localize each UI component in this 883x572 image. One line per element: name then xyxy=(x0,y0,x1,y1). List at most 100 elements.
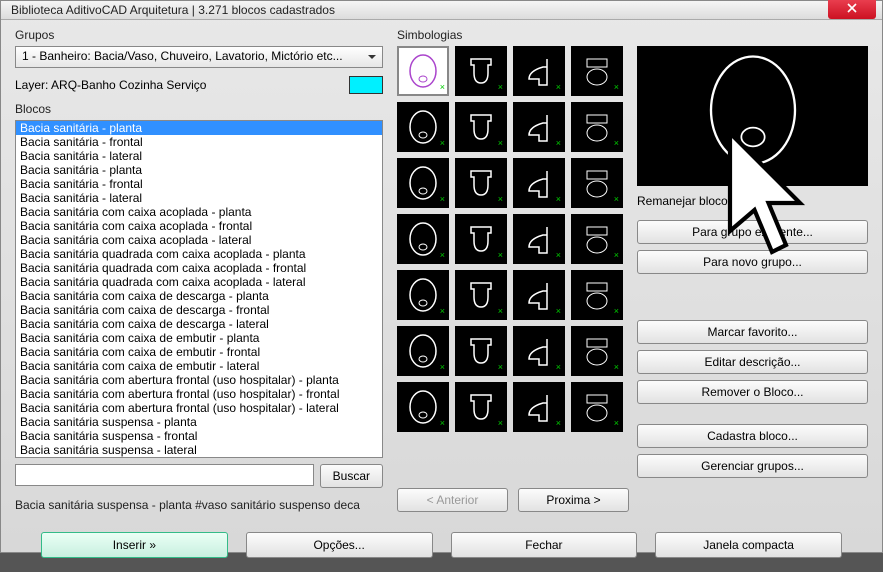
thumbnail[interactable]: × xyxy=(397,214,449,264)
list-item[interactable]: Bacia sanitária - planta xyxy=(16,163,382,177)
cursor-icon xyxy=(712,126,832,269)
thumbnail[interactable]: × xyxy=(513,158,565,208)
list-item[interactable]: Bacia sanitária com caixa de embutir - l… xyxy=(16,359,382,373)
list-item[interactable]: Bacia sanitária com abertura frontal (us… xyxy=(16,387,382,401)
x-mark-icon: × xyxy=(556,195,561,204)
x-mark-icon: × xyxy=(614,363,619,372)
list-item[interactable]: Bacia sanitária com abertura frontal (us… xyxy=(16,401,382,415)
block-icon xyxy=(403,331,443,371)
block-icon xyxy=(577,219,617,259)
block-icon xyxy=(403,275,443,315)
x-mark-icon: × xyxy=(556,419,561,428)
block-icon xyxy=(577,275,617,315)
thumbnail[interactable]: × xyxy=(513,382,565,432)
list-item[interactable]: Bacia sanitária - lateral xyxy=(16,191,382,205)
thumbnail[interactable]: × xyxy=(455,102,507,152)
block-icon xyxy=(577,107,617,147)
janela-compacta-button[interactable]: Janela compacta xyxy=(655,532,842,558)
block-icon xyxy=(461,51,501,91)
thumbnail[interactable]: × xyxy=(455,158,507,208)
block-icon xyxy=(461,275,501,315)
thumbnail[interactable]: × xyxy=(455,270,507,320)
layer-color-swatch[interactable] xyxy=(349,76,383,94)
block-icon xyxy=(461,219,501,259)
thumbnail[interactable]: × xyxy=(397,270,449,320)
list-item[interactable]: Bacia sanitária com abertura frontal (us… xyxy=(16,373,382,387)
list-item[interactable]: Bacia sanitária com caixa de embutir - p… xyxy=(16,331,382,345)
list-item[interactable]: Bacia sanitária suspensa - lateral xyxy=(16,443,382,457)
proxima-button[interactable]: Proxima > xyxy=(518,488,629,512)
x-mark-icon: × xyxy=(498,419,503,428)
x-mark-icon: × xyxy=(440,195,445,204)
thumbnail[interactable]: × xyxy=(397,46,449,96)
list-item[interactable]: Bacia sanitária - frontal xyxy=(16,177,382,191)
block-icon xyxy=(577,163,617,203)
editar-descricao-button[interactable]: Editar descrição... xyxy=(637,350,868,374)
layer-label: Layer: ARQ-Banho Cozinha Serviço xyxy=(15,78,341,92)
list-item[interactable]: Bacia sanitária quadrada com caixa acopl… xyxy=(16,261,382,275)
thumbnail[interactable]: × xyxy=(513,326,565,376)
thumbnail[interactable]: × xyxy=(571,326,623,376)
block-icon xyxy=(519,163,559,203)
thumbnail[interactable]: × xyxy=(455,214,507,264)
list-item[interactable]: Bacia sanitária com caixa acoplada - pla… xyxy=(16,205,382,219)
cadastra-bloco-button[interactable]: Cadastra bloco... xyxy=(637,424,868,448)
list-item[interactable]: Bacia sanitária com caixa acoplada - fro… xyxy=(16,219,382,233)
thumbnail-grid: ×××××××××××××××××××××××××××× xyxy=(397,46,623,478)
thumbnail[interactable]: × xyxy=(455,326,507,376)
list-item[interactable]: Bacia sanitária - planta xyxy=(16,121,382,135)
thumbnail[interactable]: × xyxy=(455,46,507,96)
thumbnail[interactable]: × xyxy=(571,270,623,320)
list-item[interactable]: Bacia sanitária com caixa de embutir - f… xyxy=(16,345,382,359)
thumbnail[interactable]: × xyxy=(513,102,565,152)
remover-bloco-button[interactable]: Remover o Bloco... xyxy=(637,380,868,404)
block-icon xyxy=(577,51,617,91)
inserir-button[interactable]: Inserir » xyxy=(41,532,228,558)
list-item[interactable]: Bacia sanitária suspensa - frontal xyxy=(16,429,382,443)
blocos-listbox[interactable]: Bacia sanitária - plantaBacia sanitária … xyxy=(15,120,383,458)
thumbnail[interactable]: × xyxy=(513,46,565,96)
thumbnail[interactable]: × xyxy=(397,382,449,432)
preview-panel xyxy=(637,46,868,186)
thumbnail[interactable]: × xyxy=(397,326,449,376)
opcoes-button[interactable]: Opções... xyxy=(246,532,433,558)
block-icon xyxy=(403,107,443,147)
list-item[interactable]: Bacia sanitária com caixa de descarga - … xyxy=(16,303,382,317)
block-icon xyxy=(519,51,559,91)
list-item[interactable]: Bacia sanitária com caixa de descarga - … xyxy=(16,317,382,331)
anterior-button[interactable]: < Anterior xyxy=(397,488,508,512)
thumbnail[interactable]: × xyxy=(571,158,623,208)
buscar-button[interactable]: Buscar xyxy=(320,464,383,488)
gerenciar-grupos-button[interactable]: Gerenciar grupos... xyxy=(637,454,868,478)
thumbnail[interactable]: × xyxy=(571,382,623,432)
fechar-button[interactable]: Fechar xyxy=(451,532,638,558)
close-button[interactable] xyxy=(828,0,876,19)
list-item[interactable]: Bacia sanitária suspensa - planta xyxy=(16,415,382,429)
thumbnail[interactable]: × xyxy=(513,214,565,264)
thumbnail[interactable]: × xyxy=(397,158,449,208)
search-input[interactable] xyxy=(15,464,314,486)
block-icon xyxy=(461,107,501,147)
block-icon xyxy=(519,275,559,315)
list-item[interactable]: Bacia sanitária quadrada com caixa acopl… xyxy=(16,275,382,289)
list-item[interactable]: Bacia sanitária - lateral xyxy=(16,149,382,163)
list-item[interactable]: Bacia sanitária com caixa acoplada - lat… xyxy=(16,233,382,247)
list-item[interactable]: Bacia sanitária quadrada com caixa acopl… xyxy=(16,247,382,261)
block-icon xyxy=(577,331,617,371)
x-mark-icon: × xyxy=(440,307,445,316)
thumbnail[interactable]: × xyxy=(397,102,449,152)
x-mark-icon: × xyxy=(614,307,619,316)
grupos-combo[interactable]: 1 - Banheiro: Bacia/Vaso, Chuveiro, Lava… xyxy=(15,46,383,68)
thumbnail[interactable]: × xyxy=(571,102,623,152)
list-item[interactable]: Bacia sanitária com caixa de descarga - … xyxy=(16,289,382,303)
x-mark-icon: × xyxy=(440,251,445,260)
thumbnail[interactable]: × xyxy=(455,382,507,432)
thumbnail[interactable]: × xyxy=(571,46,623,96)
thumbnail[interactable]: × xyxy=(513,270,565,320)
block-icon xyxy=(403,163,443,203)
block-icon xyxy=(519,387,559,427)
list-item[interactable]: Bacia sanitária - frontal xyxy=(16,135,382,149)
x-mark-icon: × xyxy=(498,195,503,204)
marcar-favorito-button[interactable]: Marcar favorito... xyxy=(637,320,868,344)
thumbnail[interactable]: × xyxy=(571,214,623,264)
